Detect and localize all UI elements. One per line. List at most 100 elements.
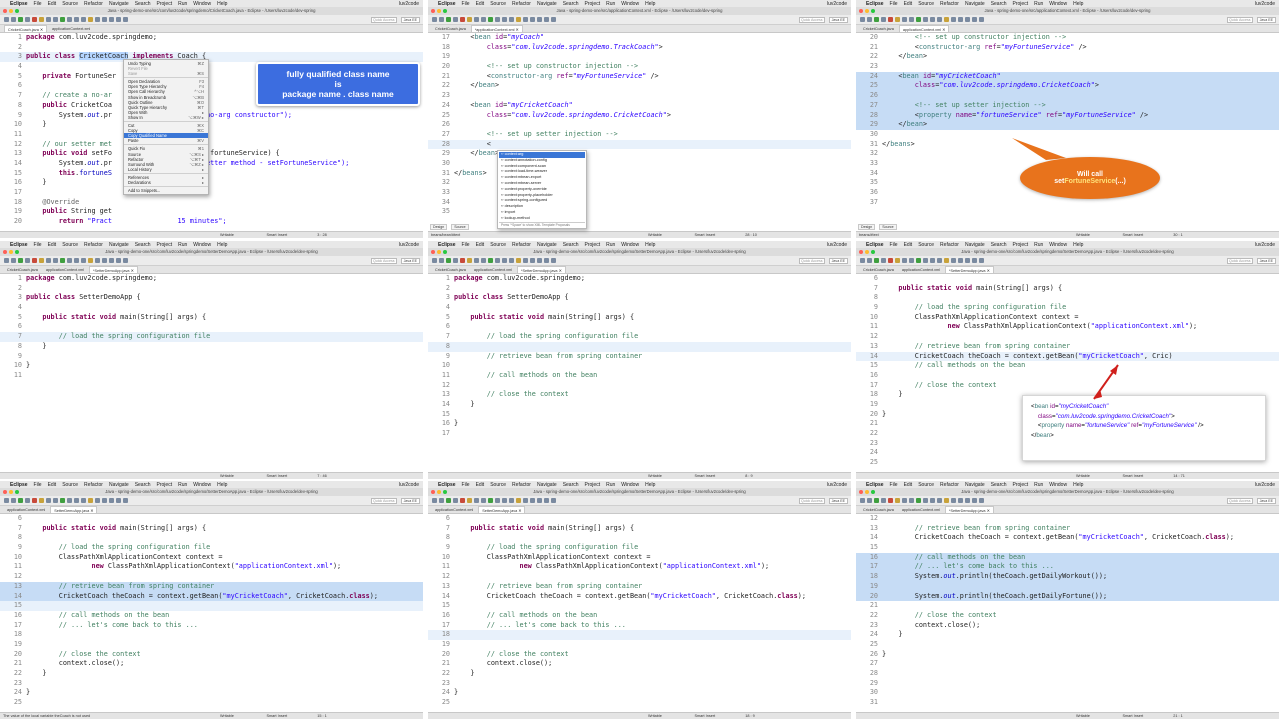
quick-access-input[interactable]: Quick Access bbox=[371, 497, 397, 504]
code-editor[interactable]: 17 <bean id="myCoach" 18 class="com.luv2c… bbox=[428, 33, 851, 231]
menu-item-edit[interactable]: Edit bbox=[476, 482, 485, 488]
toolbar-icon[interactable] bbox=[53, 498, 58, 503]
menu-app-name[interactable]: Eclipse bbox=[438, 1, 456, 7]
toolbar-icon[interactable] bbox=[4, 258, 9, 263]
menu-item-search[interactable]: Search bbox=[563, 242, 579, 248]
toolbar-icon[interactable] bbox=[446, 17, 451, 22]
toolbar-icon[interactable] bbox=[102, 258, 107, 263]
context-menu-item[interactable]: Declarations ▸ bbox=[124, 180, 208, 185]
toolbar-icon[interactable] bbox=[523, 258, 528, 263]
menu-item-window[interactable]: Window bbox=[621, 242, 639, 248]
menu-item-run[interactable]: Run bbox=[1034, 482, 1043, 488]
menu-item-source[interactable]: Source bbox=[490, 482, 506, 488]
editor-tab[interactable]: CricketCoach.java bbox=[860, 506, 897, 513]
menu-item-navigate[interactable]: Navigate bbox=[109, 482, 129, 488]
context-menu-item[interactable]: Save ⌘S bbox=[124, 71, 208, 76]
menu-item-window[interactable]: Window bbox=[1049, 482, 1067, 488]
toolbar-icon[interactable] bbox=[916, 498, 921, 503]
perspective-button[interactable]: Java EE bbox=[1256, 498, 1276, 504]
toolbar-icon[interactable] bbox=[453, 258, 458, 263]
editor-tab[interactable]: applicationContext.xml bbox=[49, 25, 93, 32]
close-window-icon[interactable] bbox=[431, 490, 435, 494]
quick-access-input[interactable]: Quick Access bbox=[371, 16, 397, 23]
toolbar-icon[interactable] bbox=[516, 258, 521, 263]
toolbar-icon[interactable] bbox=[481, 258, 486, 263]
toolbar-icon[interactable] bbox=[18, 258, 23, 263]
menu-item-edit[interactable]: Edit bbox=[476, 242, 485, 248]
toolbar-icon[interactable] bbox=[965, 498, 970, 503]
menu-item-source[interactable]: Source bbox=[490, 242, 506, 248]
toolbar-icon[interactable] bbox=[979, 498, 984, 503]
toolbar-icon[interactable] bbox=[25, 17, 30, 22]
toolbar-icon[interactable] bbox=[439, 258, 444, 263]
editor-tab[interactable]: applicationContext.xml bbox=[899, 506, 943, 513]
menu-item-window[interactable]: Window bbox=[193, 1, 211, 7]
quick-access-input[interactable]: Quick Access bbox=[799, 16, 825, 23]
toolbar-icon[interactable] bbox=[88, 258, 93, 263]
menu-app-name[interactable]: Eclipse bbox=[10, 242, 28, 248]
toolbar-icon[interactable] bbox=[95, 498, 100, 503]
toolbar-icon[interactable] bbox=[495, 17, 500, 22]
toolbar-icon[interactable] bbox=[474, 498, 479, 503]
toolbar-icon[interactable] bbox=[446, 258, 451, 263]
context-menu-item[interactable]: Show In ⌥⌘W ▸ bbox=[124, 115, 208, 120]
toolbar-icon[interactable] bbox=[18, 498, 23, 503]
toolbar-icon[interactable] bbox=[95, 17, 100, 22]
perspective-button[interactable]: Java EE bbox=[400, 17, 420, 23]
toolbar-icon[interactable] bbox=[502, 258, 507, 263]
toolbar-icon[interactable] bbox=[474, 17, 479, 22]
toolbar-icon[interactable] bbox=[460, 498, 465, 503]
zoom-window-icon[interactable] bbox=[443, 250, 447, 254]
toolbar-icon[interactable] bbox=[60, 258, 65, 263]
editor-tab[interactable]: applicationContext.xml bbox=[43, 266, 87, 273]
quick-access-input[interactable]: Quick Access bbox=[371, 257, 397, 264]
xml-tab-design[interactable]: Design bbox=[430, 224, 448, 230]
toolbar-icon[interactable] bbox=[88, 498, 93, 503]
menu-item-refactor[interactable]: Refactor bbox=[512, 482, 531, 488]
toolbar-icon[interactable] bbox=[4, 498, 9, 503]
toolbar-icon[interactable] bbox=[25, 258, 30, 263]
toolbar-icon[interactable] bbox=[467, 17, 472, 22]
menu-item-navigate[interactable]: Navigate bbox=[537, 1, 557, 7]
minimize-window-icon[interactable] bbox=[9, 9, 13, 13]
toolbar-icon[interactable] bbox=[74, 258, 79, 263]
editor-tab[interactable]: *SetterDemoApp.java ✕ bbox=[89, 266, 138, 273]
menu-item-edit[interactable]: Edit bbox=[48, 482, 57, 488]
menu-item-run[interactable]: Run bbox=[178, 1, 187, 7]
toolbar-icon[interactable] bbox=[937, 498, 942, 503]
toolbar-icon[interactable] bbox=[460, 17, 465, 22]
toolbar-icon[interactable] bbox=[446, 498, 451, 503]
code-editor[interactable]: 67 public static void main(String[] args… bbox=[428, 514, 851, 712]
toolbar-icon[interactable] bbox=[109, 17, 114, 22]
toolbar-icon[interactable] bbox=[544, 17, 549, 22]
menu-item-project[interactable]: Project bbox=[1013, 482, 1029, 488]
menu-item-refactor[interactable]: Refactor bbox=[512, 242, 531, 248]
toolbar-icon[interactable] bbox=[67, 498, 72, 503]
toolbar-icon[interactable] bbox=[488, 258, 493, 263]
menu-item-project[interactable]: Project bbox=[157, 482, 173, 488]
zoom-window-icon[interactable] bbox=[15, 250, 19, 254]
zoom-window-icon[interactable] bbox=[15, 490, 19, 494]
perspective-button[interactable]: Java EE bbox=[400, 498, 420, 504]
code-editor[interactable]: 1 package com.luv2code.springdemo; 2 3 publi… bbox=[428, 274, 851, 472]
toolbar-icon[interactable] bbox=[432, 17, 437, 22]
menu-user[interactable]: luv2code bbox=[827, 242, 847, 248]
toolbar-icon[interactable] bbox=[46, 17, 51, 22]
toolbar-icon[interactable] bbox=[453, 498, 458, 503]
toolbar-icon[interactable] bbox=[46, 258, 51, 263]
editor-tab[interactable]: SetterDemoApp.java ✕ bbox=[50, 506, 98, 513]
menu-item-search[interactable]: Search bbox=[135, 1, 151, 7]
toolbar-icon[interactable] bbox=[516, 17, 521, 22]
toolbar-icon[interactable] bbox=[944, 498, 949, 503]
toolbar-icon[interactable] bbox=[432, 258, 437, 263]
menu-user[interactable]: luv2code bbox=[399, 242, 419, 248]
menu-item-help[interactable]: Help bbox=[217, 482, 227, 488]
toolbar-icon[interactable] bbox=[74, 17, 79, 22]
menu-item-help[interactable]: Help bbox=[217, 242, 227, 248]
editor-tab[interactable]: applicationContext.xml bbox=[471, 266, 515, 273]
toolbar-icon[interactable] bbox=[439, 17, 444, 22]
toolbar-icon[interactable] bbox=[544, 498, 549, 503]
menu-app-name[interactable]: Eclipse bbox=[438, 242, 456, 248]
toolbar-icon[interactable] bbox=[551, 17, 556, 22]
menu-app-name[interactable]: Eclipse bbox=[866, 482, 884, 488]
